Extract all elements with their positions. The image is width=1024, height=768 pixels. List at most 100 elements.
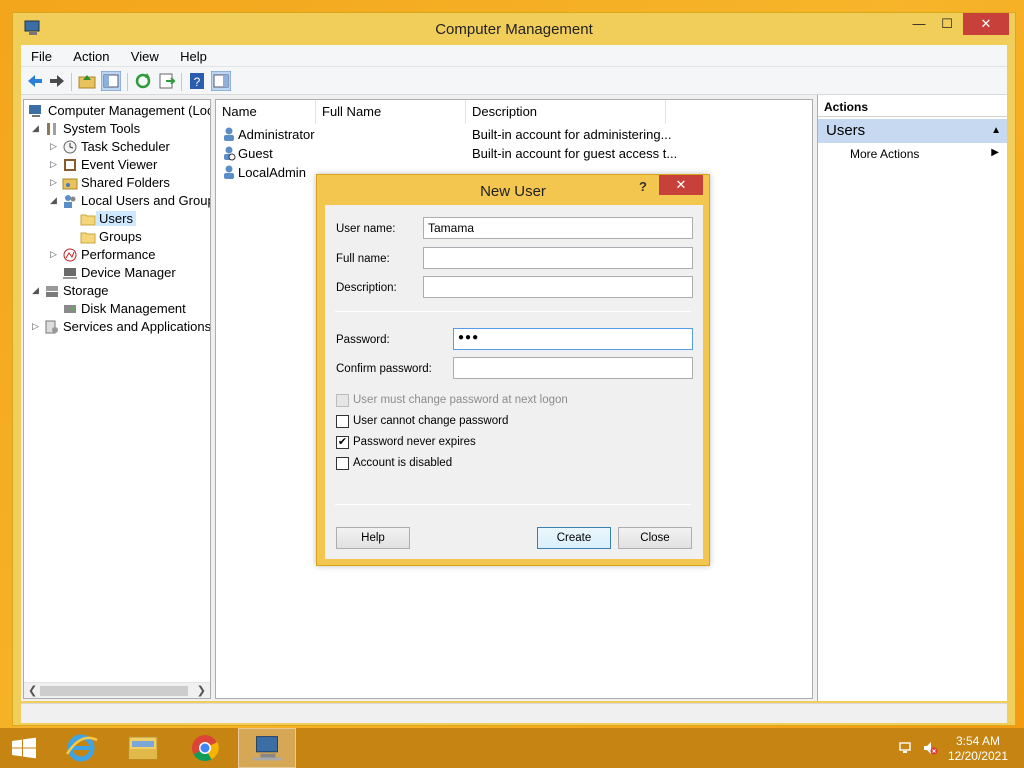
tree-label: System Tools — [63, 121, 141, 136]
menu-view[interactable]: View — [121, 45, 167, 64]
users-groups-icon — [64, 195, 76, 208]
tree-label: Performance — [81, 247, 156, 262]
show-hide-action-pane-icon[interactable] — [211, 71, 231, 91]
checkbox-label: User must change password at next logon — [353, 394, 568, 406]
start-windows-icon[interactable] — [0, 728, 48, 768]
scroll-right-icon[interactable]: ❯ — [197, 684, 206, 697]
create-button[interactable]: Create — [537, 527, 611, 549]
list-row[interactable]: Administrator Built-in account for admin… — [216, 125, 812, 144]
actions-pane: Actions Users ▲ More Actions ▶ — [817, 95, 1007, 701]
menu-help[interactable]: Help — [170, 45, 215, 64]
export-list-icon[interactable] — [157, 71, 177, 91]
full-name-input[interactable] — [423, 247, 693, 269]
chrome-icon[interactable] — [176, 728, 234, 768]
menu-file[interactable]: File — [21, 45, 60, 64]
network-icon[interactable] — [898, 740, 914, 756]
expand-arrow-icon[interactable]: ▷ — [32, 321, 42, 332]
expand-arrow-icon[interactable]: ▷ — [50, 249, 60, 260]
menu-bar: File Action View Help — [21, 45, 1007, 67]
storage-icon — [46, 286, 58, 297]
password-label: Password: — [336, 334, 390, 346]
performance-icon — [63, 248, 77, 262]
new-user-dialog: New User ? ✕ User name: Tamama Full name… — [316, 174, 710, 566]
collapse-arrow-icon[interactable]: ◢ — [50, 195, 60, 206]
checkbox-label: User cannot change password — [353, 415, 509, 427]
expand-arrow-icon[interactable]: ▷ — [50, 177, 60, 188]
password-input[interactable]: ●●● — [453, 328, 693, 350]
help-button[interactable]: Help — [336, 527, 410, 549]
close-dialog-button[interactable]: Close — [618, 527, 692, 549]
computer-management-taskbar-icon[interactable] — [238, 728, 296, 768]
list-row[interactable]: Guest Built-in account for guest access … — [216, 144, 812, 163]
more-actions-item[interactable]: More Actions — [850, 147, 919, 161]
column-header-name[interactable]: Name — [216, 100, 316, 124]
show-hide-console-tree-icon[interactable] — [101, 71, 121, 91]
file-explorer-icon[interactable] — [114, 728, 172, 768]
tree-horizontal-scrollbar[interactable]: ❮ ❯ — [24, 682, 210, 698]
scrollbar-thumb[interactable] — [40, 686, 188, 696]
clock-date: 12/20/2021 — [947, 749, 1008, 763]
column-header-description[interactable]: Description — [466, 100, 666, 124]
user-name: Administrator — [238, 127, 315, 142]
internet-explorer-icon[interactable] — [52, 728, 110, 768]
dialog-help-button[interactable]: ? — [639, 179, 647, 194]
maximize-button[interactable]: ☐ — [933, 13, 961, 35]
user-description: Built-in account for administering... — [472, 127, 672, 142]
user-name: LocalAdmin — [238, 165, 306, 180]
title-bar[interactable]: Computer Management — ☐ ✕ — [13, 13, 1015, 45]
tree-label: Task Scheduler — [81, 139, 170, 154]
expand-arrow-icon[interactable]: ▷ — [50, 141, 60, 152]
menu-action[interactable]: Action — [63, 45, 117, 64]
back-arrow-icon[interactable] — [25, 71, 45, 91]
separator — [335, 504, 691, 505]
submenu-arrow-icon[interactable]: ▶ — [991, 147, 999, 158]
event-viewer-icon — [64, 159, 76, 171]
tree-label: Event Viewer — [81, 157, 158, 172]
dialog-title: New User — [480, 183, 546, 200]
collapse-arrow-icon[interactable]: ◢ — [32, 285, 42, 296]
volume-muted-icon[interactable] — [922, 740, 938, 756]
taskbar-clock[interactable]: 3:54 AM 12/20/2021 — [948, 734, 1008, 764]
collapse-up-icon[interactable]: ▲ — [991, 119, 1001, 143]
collapse-arrow-icon[interactable]: ◢ — [32, 123, 42, 134]
user-icon — [224, 165, 234, 179]
description-input[interactable] — [423, 276, 693, 298]
console-tree: Computer Management (Local ◢ System Tool… — [23, 99, 211, 699]
refresh-icon[interactable] — [133, 71, 153, 91]
user-description: Built-in account for guest access t... — [472, 146, 678, 161]
tree-label: Users — [96, 211, 136, 226]
up-folder-icon[interactable] — [77, 71, 97, 91]
column-header-full-name[interactable]: Full Name — [316, 100, 466, 124]
forward-arrow-icon[interactable] — [47, 71, 67, 91]
confirm-password-input[interactable] — [453, 357, 693, 379]
user-disabled-icon — [224, 146, 236, 161]
scroll-left-icon[interactable]: ❮ — [28, 684, 37, 697]
computer-management-icon — [29, 105, 41, 117]
user-name-input[interactable]: Tamama — [423, 217, 693, 239]
expand-arrow-icon[interactable]: ▷ — [50, 159, 60, 170]
checkmark-icon[interactable]: ✔ — [336, 436, 349, 449]
checkbox-label: Account is disabled — [353, 457, 453, 469]
checkbox-box[interactable] — [336, 415, 349, 428]
actions-header: Actions — [818, 97, 1007, 117]
tree-label: Disk Management — [81, 301, 186, 316]
window-title: Computer Management — [435, 21, 593, 38]
checkbox-box[interactable] — [336, 457, 349, 470]
confirm-password-label: Confirm password: — [336, 363, 432, 375]
status-bar — [21, 703, 1007, 723]
dialog-close-button[interactable]: ✕ — [659, 175, 703, 195]
shared-folder-icon — [62, 178, 78, 190]
tree-label: Storage — [63, 283, 109, 298]
actions-section-users[interactable]: Users ▲ — [818, 119, 1007, 143]
folder-icon — [80, 214, 96, 226]
separator — [335, 311, 691, 312]
tree-label: Services and Applications — [63, 319, 211, 334]
help-icon[interactable]: ? — [187, 71, 207, 91]
folder-icon — [80, 232, 96, 244]
close-button[interactable]: ✕ — [963, 13, 1009, 35]
user-name-label: User name: — [336, 223, 396, 235]
disk-icon — [64, 305, 76, 313]
svg-text:?: ? — [194, 75, 201, 89]
checkbox-box[interactable] — [336, 394, 349, 407]
minimize-button[interactable]: — — [905, 13, 933, 35]
